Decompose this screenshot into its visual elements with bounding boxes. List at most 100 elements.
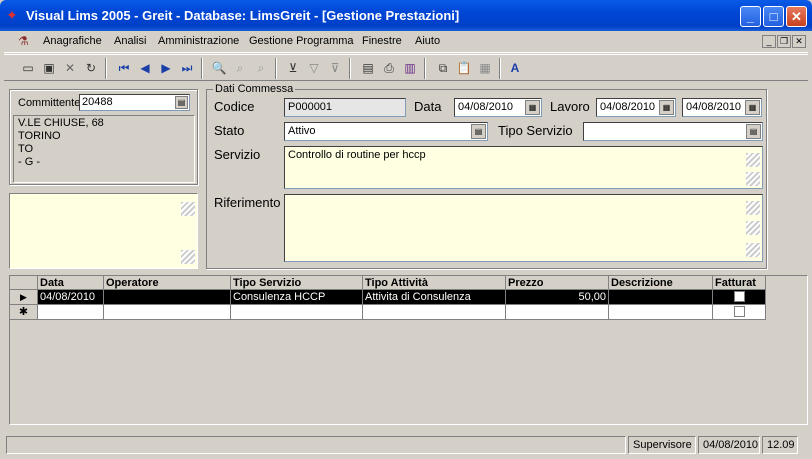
column-header[interactable]: Data <box>38 275 104 290</box>
app-icon: ✦ <box>6 7 18 23</box>
client-address: V.LE CHIUSE, 68 TORINO TO - G - <box>13 115 195 183</box>
menu-finestre[interactable]: Finestre <box>362 35 402 47</box>
stato-label: Stato <box>214 123 245 138</box>
mdi-close-button[interactable]: ✕ <box>792 35 806 48</box>
delete-icon[interactable]: ✕ <box>62 60 78 76</box>
scroll-handle[interactable] <box>746 221 760 235</box>
previous-record-icon[interactable]: ◀ <box>137 60 153 76</box>
cell-operatore[interactable] <box>104 305 231 320</box>
help-icon[interactable]: A <box>507 60 523 76</box>
find-next-icon[interactable]: ⌕ <box>232 60 248 76</box>
riferimento-textarea[interactable] <box>284 194 763 262</box>
list-icon[interactable]: ▤ <box>175 96 188 109</box>
calendar-icon[interactable]: ▦ <box>525 100 540 115</box>
scroll-handle[interactable] <box>181 250 195 264</box>
find-icon[interactable]: 🔍 <box>211 60 227 76</box>
menu-analisi[interactable]: Analisi <box>114 35 146 47</box>
committente-field[interactable]: 20488 ▤ <box>79 94 190 111</box>
calendar-icon[interactable]: ▦ <box>745 100 760 115</box>
mdi-minimize-button[interactable]: _ <box>762 35 776 48</box>
cell-fatturato[interactable] <box>713 305 766 320</box>
column-header[interactable]: Tipo Attività <box>363 275 506 290</box>
app-menu-icon[interactable]: ⚗ <box>18 34 29 48</box>
scroll-handle[interactable] <box>746 172 760 186</box>
menu-aiuto[interactable]: Aiuto <box>415 35 440 47</box>
copy-icon[interactable]: ⧉ <box>435 60 451 76</box>
committente-value: 20488 <box>82 96 113 108</box>
form-view-icon[interactable]: ▤ <box>360 60 376 76</box>
prestazioni-grid: Data Operatore Tipo Servizio Tipo Attivi… <box>9 275 766 320</box>
menu-amministrazione[interactable]: Amministrazione <box>158 35 239 47</box>
column-header[interactable]: Fatturat <box>713 275 766 290</box>
fatturato-checkbox[interactable] <box>733 306 745 317</box>
lavoro-from-field[interactable]: 04/08/2010 ▦ <box>596 98 676 117</box>
cell-tipo-attivita[interactable]: Attivita di Consulenza <box>363 290 506 305</box>
lavoro-to-value: 04/08/2010 <box>686 101 742 113</box>
scroll-handle[interactable] <box>746 201 760 215</box>
new-icon[interactable]: ▭ <box>20 60 36 76</box>
find-previous-icon[interactable]: ⌕ <box>253 60 269 76</box>
servizio-textarea[interactable]: Controllo di routine per hccp <box>284 146 763 189</box>
separator <box>105 58 107 79</box>
lavoro-to-field[interactable]: 04/08/2010 ▦ <box>682 98 762 117</box>
new-row-marker[interactable]: ✱ <box>10 305 38 320</box>
separator <box>275 58 277 79</box>
next-record-icon[interactable]: ▶ <box>158 60 174 76</box>
status-time: 12.09 <box>762 436 798 454</box>
cell-descrizione[interactable] <box>609 305 713 320</box>
servizio-value: Controllo di routine per hccp <box>288 149 426 161</box>
paste-icon[interactable]: 📋 <box>456 60 472 76</box>
cell-prezzo[interactable]: 50,00 <box>506 290 609 305</box>
column-header[interactable]: Operatore <box>104 275 231 290</box>
tipo-servizio-label: Tipo Servizio <box>498 123 573 138</box>
new-row[interactable]: ✱ <box>10 305 766 320</box>
cell-data[interactable] <box>38 305 104 320</box>
tipo-servizio-field[interactable]: ▤ <box>583 122 763 141</box>
cell-tipo-attivita[interactable] <box>363 305 506 320</box>
scroll-handle[interactable] <box>746 153 760 167</box>
calendar-icon[interactable]: ▦ <box>659 100 674 115</box>
cell-tipo-servizio[interactable] <box>231 305 363 320</box>
cell-tipo-servizio[interactable]: Consulenza HCCP <box>231 290 363 305</box>
menu-anagrafiche[interactable]: Anagrafiche <box>43 35 102 47</box>
reports-icon[interactable]: ▥ <box>402 60 418 76</box>
menu-bar: ⚗ Anagrafiche Analisi Amministrazione Ge… <box>4 31 808 53</box>
filter-icon[interactable]: ▽ <box>306 60 322 76</box>
fatturato-checkbox[interactable] <box>733 291 745 302</box>
riferimento-label: Riferimento <box>214 195 281 210</box>
close-button[interactable]: ✕ <box>786 6 807 27</box>
stato-field[interactable]: Attivo ▤ <box>284 122 488 141</box>
column-header[interactable]: Tipo Servizio <box>231 275 363 290</box>
notes-textarea[interactable] <box>9 193 198 269</box>
print-icon[interactable]: ⎙ <box>381 60 397 76</box>
list-icon[interactable]: ▤ <box>471 124 486 139</box>
cell-fatturato[interactable] <box>713 290 766 305</box>
cell-operatore[interactable] <box>104 290 231 305</box>
cell-descrizione[interactable] <box>609 290 713 305</box>
paste-special-icon[interactable]: ▦ <box>477 60 493 76</box>
filter-selection-icon[interactable]: ⊻ <box>285 60 301 76</box>
column-header[interactable]: Descrizione <box>609 275 713 290</box>
column-header[interactable]: Prezzo <box>506 275 609 290</box>
separator <box>201 58 203 79</box>
address-line: V.LE CHIUSE, 68 <box>18 117 104 129</box>
table-row[interactable]: ▶ 04/08/2010 Consulenza HCCP Attivita di… <box>10 290 766 305</box>
remove-filter-icon[interactable]: ⊽ <box>327 60 343 76</box>
maximize-button[interactable]: □ <box>763 6 784 27</box>
current-row-marker[interactable]: ▶ <box>10 290 38 305</box>
scroll-handle[interactable] <box>746 243 760 257</box>
last-record-icon[interactable]: ⏭ <box>179 60 195 76</box>
mdi-restore-button[interactable]: ❐ <box>777 35 791 48</box>
save-icon[interactable]: ▣ <box>41 60 57 76</box>
row-selector-header <box>10 275 38 290</box>
first-record-icon[interactable]: ⏮ <box>116 60 132 76</box>
refresh-icon[interactable]: ↻ <box>83 60 99 76</box>
scroll-handle[interactable] <box>181 202 195 216</box>
window-title: Visual Lims 2005 - Greit - Database: Lim… <box>26 8 460 23</box>
list-icon[interactable]: ▤ <box>746 124 761 139</box>
menu-gestione-programma[interactable]: Gestione Programma <box>249 35 354 47</box>
cell-data[interactable]: 04/08/2010 <box>38 290 104 305</box>
data-field[interactable]: 04/08/2010 ▦ <box>454 98 542 117</box>
minimize-button[interactable]: _ <box>740 6 761 27</box>
cell-prezzo[interactable] <box>506 305 609 320</box>
